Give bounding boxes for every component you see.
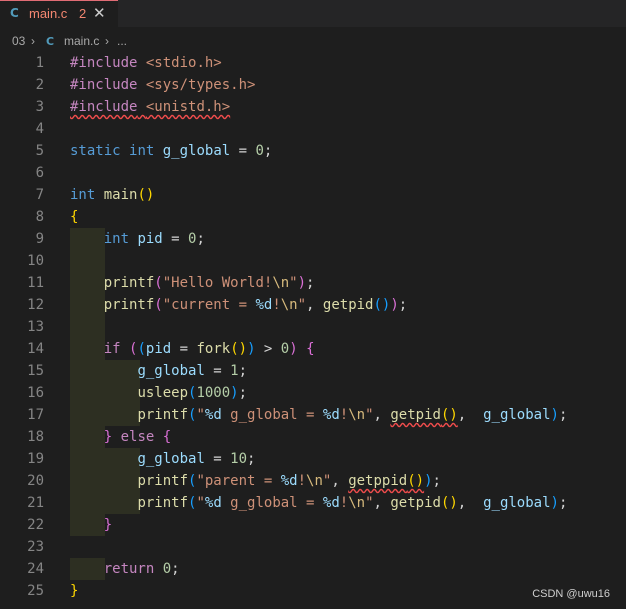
code-text[interactable]: #include <sys/types.h> <box>70 74 255 96</box>
line-number: 1 <box>35 55 44 71</box>
code-line: 12 printf("current = %d!\n", getpid()); <box>0 294 626 316</box>
code-text[interactable]: int main() <box>70 184 154 206</box>
code-line: 20 printf("parent = %d!\n", getppid()); <box>0 470 626 492</box>
line-number: 15 <box>27 363 44 379</box>
line-number: 22 <box>27 517 44 533</box>
line-number: 12 <box>27 297 44 313</box>
code-line: 3 #include <unistd.h> <box>0 96 626 118</box>
line-number: 2 <box>35 77 44 93</box>
code-line: 10 <box>0 250 626 272</box>
code-line: 4 <box>0 118 626 140</box>
indent-guide <box>70 316 105 338</box>
code-text[interactable]: g_global = 1; <box>70 360 247 382</box>
breadcrumb-symbol[interactable]: ... <box>117 34 127 48</box>
code-text[interactable]: return 0; <box>70 558 180 580</box>
code-line: 2 #include <sys/types.h> <box>0 74 626 96</box>
code-line: 24 return 0; <box>0 558 626 580</box>
problems-count-badge: 2 <box>79 6 87 21</box>
c-language-icon: C <box>10 6 19 20</box>
code-line: 13 <box>0 316 626 338</box>
line-number: 6 <box>35 165 44 181</box>
code-line: 21 printf("%d g_global = %d!\n", getpid(… <box>0 492 626 514</box>
close-icon[interactable]: ✕ <box>93 4 106 22</box>
code-text[interactable]: { <box>70 206 78 228</box>
indent-guide <box>70 250 105 272</box>
code-text[interactable]: printf("Hello World!\n"); <box>70 272 315 294</box>
tab-filename: main.c <box>29 6 68 21</box>
chevron-right-icon: › <box>31 34 35 48</box>
line-number: 21 <box>27 495 44 511</box>
line-number: 17 <box>27 407 44 423</box>
code-text[interactable]: #include <stdio.h> <box>70 52 222 74</box>
watermark: CSDN @uwu16 <box>532 588 610 600</box>
breadcrumb-file[interactable]: main.c <box>64 34 99 48</box>
tab-bar: C main.c 2 ✕ <box>0 0 626 27</box>
code-text[interactable]: g_global = 10; <box>70 448 255 470</box>
code-text[interactable]: } else { <box>70 426 171 448</box>
code-text[interactable]: } <box>70 580 78 602</box>
line-number: 24 <box>27 561 44 577</box>
code-line: 23 <box>0 536 626 558</box>
code-line: 22 } <box>0 514 626 536</box>
code-line: 6 <box>0 162 626 184</box>
code-line: 11 printf("Hello World!\n"); <box>0 272 626 294</box>
line-number: 8 <box>35 209 44 225</box>
line-number: 11 <box>27 275 44 291</box>
line-number: 23 <box>27 539 44 555</box>
line-number: 5 <box>35 143 44 159</box>
line-number: 9 <box>35 231 44 247</box>
code-text[interactable]: printf("current = %d!\n", getpid()); <box>70 294 408 316</box>
line-number: 14 <box>27 341 44 357</box>
code-editor[interactable]: 1 #include <stdio.h> 2 #include <sys/typ… <box>0 52 626 609</box>
line-number: 10 <box>27 253 44 269</box>
line-number: 16 <box>27 385 44 401</box>
line-number: 19 <box>27 451 44 467</box>
code-line: 9 int pid = 0; <box>0 228 626 250</box>
code-line: 19 g_global = 10; <box>0 448 626 470</box>
code-text[interactable]: printf("%d g_global = %d!\n", getpid(), … <box>70 492 567 514</box>
line-number: 25 <box>27 583 44 599</box>
code-text[interactable]: } <box>70 514 112 536</box>
breadcrumb-folder[interactable]: 03 <box>12 34 25 48</box>
code-text[interactable]: usleep(1000); <box>70 382 247 404</box>
chevron-right-icon: › <box>105 34 109 48</box>
code-line: 8 { <box>0 206 626 228</box>
code-line: 17 printf("%d g_global = %d!\n", getpid(… <box>0 404 626 426</box>
code-text[interactable]: #include <unistd.h> <box>70 96 230 118</box>
line-number: 20 <box>27 473 44 489</box>
editor-tab-main-c[interactable]: C main.c 2 ✕ <box>0 0 118 27</box>
line-number: 13 <box>27 319 44 335</box>
line-number: 18 <box>27 429 44 445</box>
code-line: 1 #include <stdio.h> <box>0 52 626 74</box>
code-text[interactable]: int pid = 0; <box>70 228 205 250</box>
line-number: 3 <box>35 99 44 115</box>
breadcrumb: 03 › C main.c › ... <box>0 28 626 52</box>
code-line: 15 g_global = 1; <box>0 360 626 382</box>
code-line: 16 usleep(1000); <box>0 382 626 404</box>
code-text[interactable]: if ((pid = fork()) > 0) { <box>70 338 315 360</box>
code-text[interactable]: printf("%d g_global = %d!\n", getpid(), … <box>70 404 567 426</box>
c-language-icon: C <box>46 35 55 48</box>
code-text[interactable]: printf("parent = %d!\n", getppid()); <box>70 470 441 492</box>
line-number: 4 <box>35 121 44 137</box>
code-line: 14 if ((pid = fork()) > 0) { <box>0 338 626 360</box>
code-line: 7 int main() <box>0 184 626 206</box>
code-text[interactable]: static int g_global = 0; <box>70 140 272 162</box>
code-line: 18 } else { <box>0 426 626 448</box>
code-line: 5 static int g_global = 0; <box>0 140 626 162</box>
line-number: 7 <box>35 187 44 203</box>
